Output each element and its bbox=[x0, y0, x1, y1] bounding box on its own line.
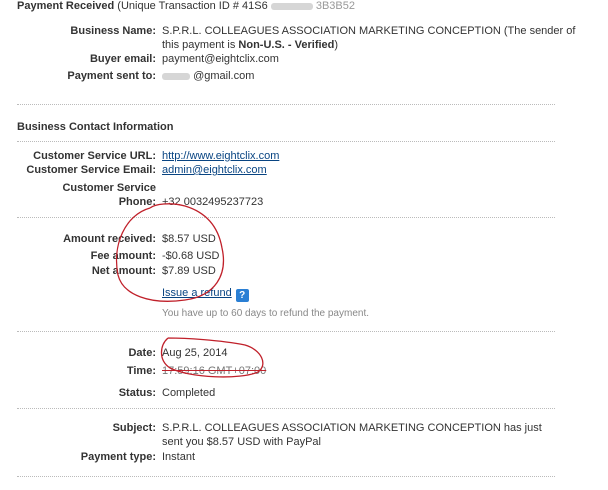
subject-label: Subject: bbox=[112, 422, 156, 434]
business-name-verified: this payment is Non-U.S. - Verified) bbox=[162, 39, 339, 51]
customer-service-email-link[interactable]: admin@eightclix.com bbox=[162, 164, 267, 176]
divider bbox=[17, 104, 555, 105]
subject-value-line1: S.P.R.L. COLLEAGUES ASSOCIATION MARKETIN… bbox=[162, 422, 542, 434]
issue-refund-link[interactable]: Issue a refund bbox=[162, 287, 232, 299]
time-value: 17:59:16 GMT+07:00 bbox=[162, 365, 267, 377]
date-label: Date: bbox=[128, 347, 156, 359]
buyer-email-label: Buyer email: bbox=[89, 53, 156, 65]
refund-note: You have up to 60 days to refund the pay… bbox=[162, 308, 370, 319]
net-amount-value: $7.89 USD bbox=[162, 265, 216, 277]
payment-type-value: Instant bbox=[162, 451, 196, 463]
divider bbox=[17, 408, 555, 409]
time-label: Time: bbox=[126, 365, 156, 377]
status-value: Completed bbox=[162, 387, 216, 399]
amount-received-value: $8.57 USD bbox=[162, 233, 216, 245]
payment-received-title: Payment Received bbox=[17, 0, 115, 12]
transaction-id: (Unique Transaction ID # 41S6 3B3B52 bbox=[117, 0, 355, 12]
buyer-email-value: payment@eightclix.com bbox=[162, 53, 279, 65]
payment-received-header: Payment Received (Unique Transaction ID … bbox=[17, 0, 355, 12]
issue-refund-row: Issue a refund? bbox=[162, 287, 249, 302]
payment-sent-to-label: Payment sent to: bbox=[67, 70, 156, 82]
subject-value-line2: sent you $8.57 USD with PayPal bbox=[162, 436, 321, 448]
net-amount-label: Net amount: bbox=[91, 265, 156, 277]
customer-service-email-label: Customer Service Email: bbox=[26, 164, 156, 176]
date-value: Aug 25, 2014 bbox=[162, 347, 228, 359]
help-icon[interactable]: ? bbox=[235, 289, 249, 302]
redacted-text bbox=[270, 2, 313, 10]
customer-service-phone-label-line1: Customer Service bbox=[62, 182, 156, 194]
divider bbox=[17, 141, 555, 142]
divider bbox=[17, 217, 555, 218]
customer-service-url-link[interactable]: http://www.eightclix.com bbox=[162, 150, 279, 162]
business-name-value: S.P.R.L. COLLEAGUES ASSOCIATION MARKETIN… bbox=[162, 25, 576, 37]
status-label: Status: bbox=[118, 387, 156, 399]
customer-service-phone-label-line2: Phone: bbox=[118, 196, 156, 208]
contact-section-title: Business Contact Information bbox=[17, 121, 174, 133]
divider bbox=[17, 331, 555, 332]
fee-amount-label: Fee amount: bbox=[90, 250, 156, 262]
business-name-label: Business Name: bbox=[70, 25, 156, 37]
amount-received-label: Amount received: bbox=[63, 233, 156, 245]
customer-service-url-label: Customer Service URL: bbox=[33, 150, 156, 162]
payment-type-label: Payment type: bbox=[80, 451, 156, 463]
fee-amount-value: -$0.68 USD bbox=[162, 250, 220, 262]
divider bbox=[17, 476, 555, 477]
redacted-text bbox=[162, 72, 190, 80]
payment-sent-to-value: @gmail.com bbox=[162, 70, 254, 82]
customer-service-phone-value: +32 0032495237723 bbox=[162, 196, 264, 208]
